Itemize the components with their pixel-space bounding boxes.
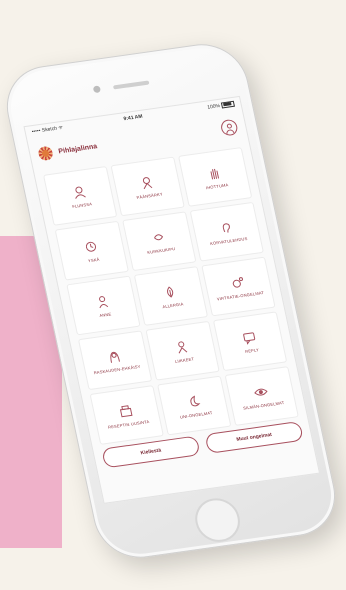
hand-icon — [206, 165, 223, 181]
symptom-tile-label: FLUNSSA — [71, 200, 93, 209]
symptom-grid: FLUNSSA PÄÄNSÄRKY IHOTTUMA YSKÄ KURKKUKIPU KO… — [42, 147, 299, 445]
symptom-tile[interactable]: RESEPTIN UUSINTA — [89, 385, 164, 445]
symptom-tile[interactable]: PÄÄNSÄRKY — [110, 156, 185, 217]
symptom-tile-label: KORVATULEHDUS — [209, 235, 248, 246]
battery-percent: 100% — [206, 102, 221, 111]
symptom-tile[interactable]: KURKKUKIPU — [122, 211, 197, 272]
symptom-tile[interactable]: VIRTSATIE-ONGELMAT — [201, 256, 276, 317]
person-head-icon — [138, 174, 155, 190]
symptom-tile-label: RASKAUDEN-EHKÄISY — [93, 363, 141, 375]
symptom-tile-label: SILMÄN-ONGELMAT — [242, 399, 285, 411]
symptom-tile[interactable]: ALLERGIA — [133, 266, 209, 326]
ear-icon — [217, 219, 234, 235]
phone-mockup: ••••• Sketch ᯤ 9:41 AM 100% Pihlajalinna… — [0, 38, 344, 564]
leaf-icon — [162, 284, 179, 300]
symptom-tile-label: UNI-ONGELMAT — [179, 409, 213, 420]
symptom-tile-label: RESEPTIN UUSINTA — [107, 418, 150, 430]
person-cough-icon — [71, 184, 88, 200]
symptom-tile-label: YSKÄ — [87, 256, 100, 263]
symptom-tile-label: ALLERGIA — [161, 300, 184, 309]
symptom-tile[interactable]: LIIKKEET — [145, 320, 220, 381]
symptom-tile[interactable]: YSKÄ — [54, 220, 129, 281]
profile-button[interactable] — [219, 118, 239, 137]
eye-icon — [252, 384, 269, 400]
moon-icon — [185, 393, 202, 409]
symptom-tile-label: KURKKUKIPU — [146, 245, 176, 255]
symptom-tile-label: VIRTSATIE-ONGELMAT — [216, 289, 265, 302]
symptom-tile[interactable]: KORVATULEHDUS — [189, 201, 264, 262]
person-move-icon — [173, 339, 190, 355]
symptom-tile[interactable]: REPLY — [212, 311, 288, 372]
symptom-tile[interactable]: SILMÄN-ONGELMAT — [224, 366, 299, 426]
throat-icon — [150, 229, 167, 245]
symptom-tile[interactable]: RASKAUDEN-EHKÄISY — [77, 330, 153, 391]
chat-icon — [241, 329, 258, 345]
camera-icon — [92, 85, 102, 94]
home-button[interactable] — [191, 495, 244, 545]
phone-mockup-wrapper: ••••• Sketch ᯤ 9:41 AM 100% Pihlajalinna… — [0, 20, 344, 580]
symptom-tile[interactable]: IHOTTUMA — [177, 147, 253, 207]
bladder-icon — [229, 274, 246, 290]
symptom-tile-label: LIIKKEET — [174, 355, 195, 364]
app-screen: ••••• Sketch ᯤ 9:41 AM 100% Pihlajalinna… — [23, 95, 321, 504]
prescription-icon — [117, 403, 134, 419]
battery-icon — [220, 100, 235, 109]
symptom-tile-label: IHOTTUMA — [205, 181, 229, 190]
symptom-tile-label: REPLY — [244, 346, 260, 354]
person-icon — [94, 293, 111, 309]
symptom-tile[interactable]: FLUNSSA — [42, 166, 118, 226]
symptom-tile[interactable]: ANNE — [66, 275, 141, 336]
symptom-tile[interactable]: UNI-ONGELMAT — [157, 375, 232, 436]
cough-icon — [82, 238, 99, 254]
symptom-tile-label: PÄÄNSÄRKY — [135, 190, 164, 200]
symptom-tile-label: ANNE — [98, 310, 112, 318]
speaker-grille — [112, 80, 150, 90]
woman-icon — [106, 348, 123, 364]
pihlajalinna-logo-icon — [37, 145, 54, 162]
